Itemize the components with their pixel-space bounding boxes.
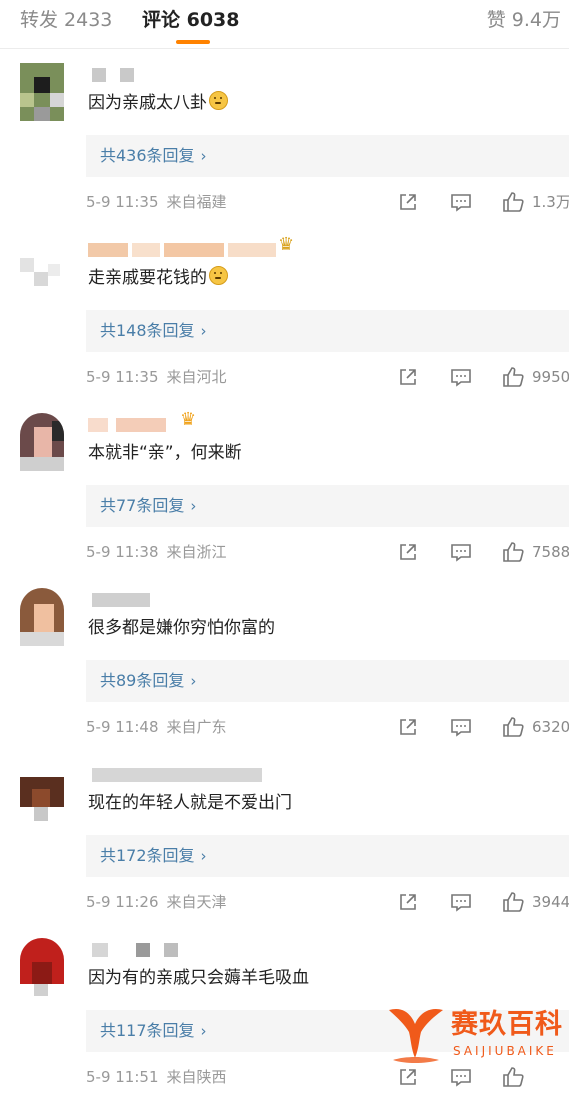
comment-text: 现在的年轻人就是不爱出门 <box>88 793 292 813</box>
tab-comments[interactable]: 评论 6038 <box>142 8 240 32</box>
comment-icon[interactable] <box>450 366 472 388</box>
avatar[interactable] <box>20 938 64 996</box>
comment-item: 很多都是嫌你穷怕你富的 共89条回复 › 5-9 11:48 来自广东 6320 <box>0 577 569 752</box>
chevron-right-icon: › <box>190 672 197 690</box>
comment-meta: 5-9 11:48 来自广东 <box>86 718 227 736</box>
like-count: 6320 <box>532 718 569 736</box>
comment-icon[interactable] <box>450 191 472 213</box>
watermark-logo: 赛玖百科 SAIJIUBAIKE <box>385 1002 569 1072</box>
chevron-right-icon: › <box>200 847 207 865</box>
avatar[interactable] <box>20 413 64 471</box>
share-icon[interactable] <box>397 716 419 738</box>
whale-tail-logo-icon <box>389 1008 443 1063</box>
comment-text: 走亲戚要花钱的 <box>88 265 228 291</box>
comment-text: 因为亲戚太八卦 <box>88 90 228 116</box>
thumbs-up-icon[interactable] <box>502 191 524 213</box>
like-count: 1.3万 <box>532 193 569 211</box>
comment-meta: 5-9 11:51 来自陕西 <box>86 1068 227 1086</box>
active-tab-indicator <box>176 40 210 44</box>
replies-link[interactable]: 共77条回复 › <box>86 485 569 527</box>
comment-meta: 5-9 11:26 来自天津 <box>86 893 227 911</box>
chevron-right-icon: › <box>200 147 207 165</box>
tab-reposts[interactable]: 转发 2433 <box>20 8 112 32</box>
replies-link[interactable]: 共436条回复 › <box>86 135 569 177</box>
thumbs-up-icon[interactable] <box>502 716 524 738</box>
share-icon[interactable] <box>397 541 419 563</box>
avatar[interactable] <box>20 763 64 821</box>
comment-item: 现在的年轻人就是不爱出门 共172条回复 › 5-9 11:26 来自天津 3944 <box>0 752 569 927</box>
watermark-title: 赛玖百科 <box>451 1009 563 1040</box>
emoji-icon <box>209 266 228 285</box>
like-count: 7588 <box>532 543 569 561</box>
avatar[interactable] <box>20 588 64 646</box>
comment-meta: 5-9 11:35 来自福建 <box>86 193 227 211</box>
avatar[interactable] <box>20 63 64 121</box>
tab-bar: 转发 2433 评论 6038 赞 9.4万 <box>0 0 569 49</box>
chevron-right-icon: › <box>190 497 197 515</box>
comment-icon[interactable] <box>450 716 472 738</box>
like-count: 3944 <box>532 893 569 911</box>
share-icon[interactable] <box>397 891 419 913</box>
comment-text: 因为有的亲戚只会薅羊毛吸血 <box>88 968 309 988</box>
member-badge-icon: ♛ <box>278 234 295 255</box>
comment-icon[interactable] <box>450 891 472 913</box>
comment-item: ♛ 走亲戚要花钱的 共148条回复 › 5-9 11:35 来自河北 9950 <box>0 227 569 402</box>
avatar[interactable] <box>20 238 64 296</box>
comment-meta: 5-9 11:38 来自浙江 <box>86 543 227 561</box>
comment-meta: 5-9 11:35 来自河北 <box>86 368 227 386</box>
comment-item: 因为亲戚太八卦 共436条回复 › 5-9 11:35 来自福建 1.3万 <box>0 52 569 227</box>
replies-link[interactable]: 共172条回复 › <box>86 835 569 877</box>
share-icon[interactable] <box>397 191 419 213</box>
comment-item: ♛ 本就非“亲”，何来断 共77条回复 › 5-9 11:38 来自浙江 7588 <box>0 402 569 577</box>
comment-text: 本就非“亲”，何来断 <box>88 443 242 463</box>
chevron-right-icon: › <box>200 322 207 340</box>
comment-text: 很多都是嫌你穷怕你富的 <box>88 618 275 638</box>
thumbs-up-icon[interactable] <box>502 366 524 388</box>
chevron-right-icon: › <box>200 1022 207 1040</box>
share-icon[interactable] <box>397 366 419 388</box>
emoji-icon <box>209 91 228 110</box>
like-count: 9950 <box>532 368 569 386</box>
crown-badge-icon: ♛ <box>180 409 197 430</box>
watermark-subtitle: SAIJIUBAIKE <box>453 1044 557 1058</box>
thumbs-up-icon[interactable] <box>502 891 524 913</box>
comments-page: 转发 2433 评论 6038 赞 9.4万 因为亲戚太八卦 共436条回复 › … <box>0 0 569 1102</box>
replies-link[interactable]: 共148条回复 › <box>86 310 569 352</box>
replies-link[interactable]: 共89条回复 › <box>86 660 569 702</box>
tab-likes[interactable]: 赞 9.4万 <box>487 8 561 32</box>
thumbs-up-icon[interactable] <box>502 541 524 563</box>
comment-icon[interactable] <box>450 541 472 563</box>
